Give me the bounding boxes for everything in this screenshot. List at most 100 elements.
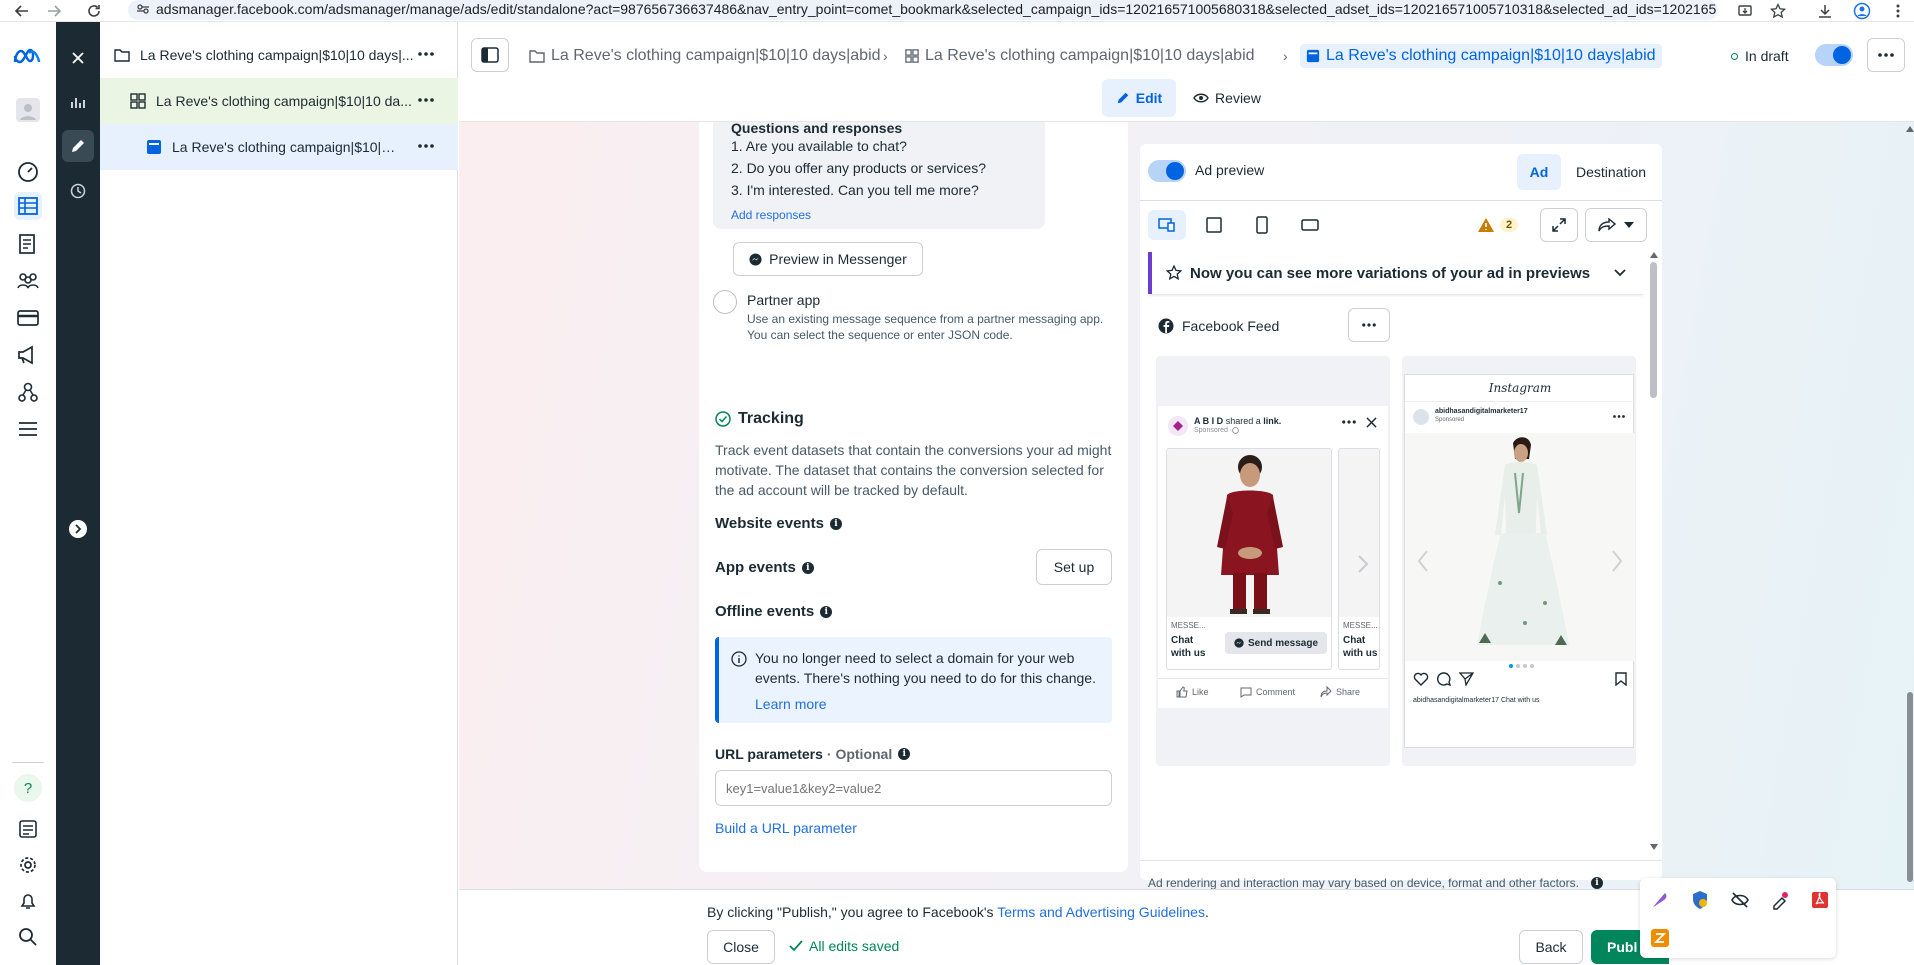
- post-close-icon[interactable]: [1366, 417, 1377, 428]
- billing-card-icon[interactable]: [14, 304, 42, 332]
- orange-extension-icon[interactable]: [1650, 928, 1670, 948]
- settings-gear-icon[interactable]: [14, 851, 42, 879]
- history-clock-icon[interactable]: [64, 177, 92, 205]
- ig-heart-icon[interactable]: [1413, 672, 1429, 686]
- header-more-button[interactable]: [1867, 38, 1905, 72]
- debug-bug-icon[interactable]: [14, 959, 42, 965]
- more-options-icon[interactable]: [414, 90, 438, 110]
- color-picker-extension-icon[interactable]: [1770, 890, 1790, 910]
- meta-logo-icon[interactable]: [12, 48, 44, 66]
- download-icon[interactable]: [1815, 1, 1835, 21]
- breadcrumb-campaign[interactable]: La Reve's clothing campaign|$10|10 days|…: [529, 44, 881, 68]
- question-item: 1. Are you available to chat?: [731, 138, 907, 154]
- more-options-icon[interactable]: [414, 136, 438, 156]
- facebook-feed-preview: A B I D shared a link. Sponsored · MESSE…: [1156, 356, 1390, 766]
- all-devices-view-button[interactable]: [1148, 210, 1186, 240]
- back-arrow-icon[interactable]: [12, 1, 32, 21]
- share-action[interactable]: Share: [1320, 686, 1360, 698]
- preview-in-messenger-button[interactable]: Preview in Messenger: [733, 242, 923, 276]
- tab-ad[interactable]: Ad: [1517, 154, 1561, 190]
- all-tools-menu-icon[interactable]: [14, 415, 42, 443]
- vertical-format-icon: [1256, 216, 1268, 234]
- quill-extension-icon[interactable]: [1650, 890, 1670, 910]
- site-info-icon[interactable]: [136, 2, 150, 16]
- warnings-indicator[interactable]: 2: [1477, 210, 1519, 240]
- profile-icon[interactable]: [1852, 1, 1872, 21]
- preview-scrollbar[interactable]: [1648, 252, 1658, 852]
- help-icon[interactable]: ?: [14, 774, 42, 802]
- carousel-next-icon[interactable]: [1356, 554, 1370, 574]
- square-view-button[interactable]: [1195, 210, 1233, 240]
- tab-edit[interactable]: Edit: [1102, 79, 1176, 117]
- ads-megaphone-icon[interactable]: [14, 341, 42, 369]
- ig-comment-icon[interactable]: [1437, 672, 1451, 686]
- shield-extension-icon[interactable]: [1690, 890, 1710, 910]
- campaign-on-toggle[interactable]: [1815, 44, 1853, 66]
- placement-options-button[interactable]: [1348, 308, 1390, 342]
- learn-more-link[interactable]: Learn more: [755, 696, 827, 712]
- edit-pencil-icon[interactable]: [62, 130, 94, 162]
- url-parameters-input[interactable]: [715, 770, 1112, 806]
- setup-app-events-button[interactable]: Set up: [1036, 549, 1112, 585]
- address-bar[interactable]: adsmanager.facebook.com/adsmanager/manag…: [128, 0, 1718, 20]
- vertical-view-button[interactable]: [1243, 210, 1281, 240]
- reports-icon[interactable]: [14, 230, 42, 258]
- page-feedback-icon[interactable]: [14, 815, 42, 843]
- info-icon[interactable]: i: [829, 517, 842, 530]
- toggle-sidebar-button[interactable]: [471, 38, 509, 72]
- dashboard-gauge-icon[interactable]: [14, 158, 42, 186]
- back-button[interactable]: Back: [1519, 930, 1583, 964]
- tab-review[interactable]: Review: [1185, 79, 1269, 117]
- info-icon[interactable]: i: [801, 561, 814, 574]
- browser-menu-icon[interactable]: [1888, 1, 1908, 21]
- search-icon[interactable]: [14, 923, 42, 951]
- hidden-eye-extension-icon[interactable]: [1730, 890, 1750, 910]
- ig-bookmark-icon[interactable]: [1615, 672, 1627, 686]
- info-icon[interactable]: i: [898, 748, 911, 760]
- terms-link[interactable]: Terms and Advertising Guidelines: [997, 904, 1205, 920]
- close-button[interactable]: Close: [707, 930, 775, 964]
- landscape-view-button[interactable]: [1291, 210, 1329, 240]
- close-icon[interactable]: [64, 44, 92, 72]
- info-icon[interactable]: i: [1590, 877, 1603, 889]
- expand-chevron-icon[interactable]: [69, 520, 87, 538]
- tab-destination[interactable]: Destination: [1566, 154, 1656, 190]
- add-responses-link[interactable]: Add responses: [731, 208, 811, 222]
- info-icon[interactable]: i: [820, 605, 833, 618]
- page-scrollbar[interactable]: [1906, 122, 1914, 889]
- breadcrumb-adset[interactable]: La Reve's clothing campaign|$10|10 days|…: [905, 44, 1255, 68]
- business-hierarchy-icon[interactable]: [14, 378, 42, 406]
- preview-disclaimer: Ad rendering and interaction may vary ba…: [1148, 876, 1603, 889]
- post-more-icon[interactable]: [1342, 420, 1356, 424]
- campaign-tree-panel: La Reve's clothing campaign|$10|10 days|…: [100, 22, 458, 965]
- variations-banner[interactable]: Now you can see more variations of your …: [1148, 252, 1644, 294]
- breadcrumb-ad[interactable]: La Reve's clothing campaign|$10|10 days|…: [1300, 44, 1662, 68]
- audiences-icon[interactable]: [14, 267, 42, 295]
- ig-more-icon[interactable]: [1613, 415, 1625, 418]
- notifications-bell-icon[interactable]: [14, 887, 42, 915]
- share-preview-button[interactable]: [1585, 208, 1647, 242]
- fullscreen-button[interactable]: [1540, 208, 1578, 242]
- global-nav-rail: ?: [0, 22, 56, 965]
- comment-action[interactable]: Comment: [1240, 686, 1295, 698]
- send-message-button[interactable]: Send message: [1225, 632, 1327, 654]
- like-action[interactable]: Like: [1176, 686, 1209, 698]
- reload-icon[interactable]: [84, 1, 104, 21]
- tree-item-adset[interactable]: La Reve's clothing campaign|$10|10 da...: [100, 78, 458, 124]
- ad-preview-toggle[interactable]: [1148, 160, 1186, 182]
- partner-app-radio[interactable]: [713, 290, 737, 314]
- pdf-extension-icon[interactable]: [1810, 890, 1830, 910]
- ig-send-icon[interactable]: [1459, 672, 1474, 686]
- carousel-card[interactable]: MESSE... Chat with us Send message: [1166, 448, 1332, 670]
- install-app-icon[interactable]: [1735, 1, 1755, 21]
- performance-chart-icon[interactable]: [64, 88, 92, 116]
- bookmark-star-icon[interactable]: [1768, 1, 1788, 21]
- more-options-icon[interactable]: [414, 44, 438, 64]
- build-url-parameter-link[interactable]: Build a URL parameter: [715, 820, 857, 836]
- campaigns-table-icon[interactable]: [14, 192, 42, 220]
- tree-item-campaign[interactable]: La Reve's clothing campaign|$10|10 days|…: [100, 32, 458, 78]
- forward-arrow-icon[interactable]: [44, 1, 64, 21]
- instagram-logo-text: Instagram: [1488, 381, 1552, 395]
- tree-item-ad[interactable]: La Reve's clothing campaign|$10|10...: [100, 124, 458, 170]
- account-avatar[interactable]: [14, 96, 42, 124]
